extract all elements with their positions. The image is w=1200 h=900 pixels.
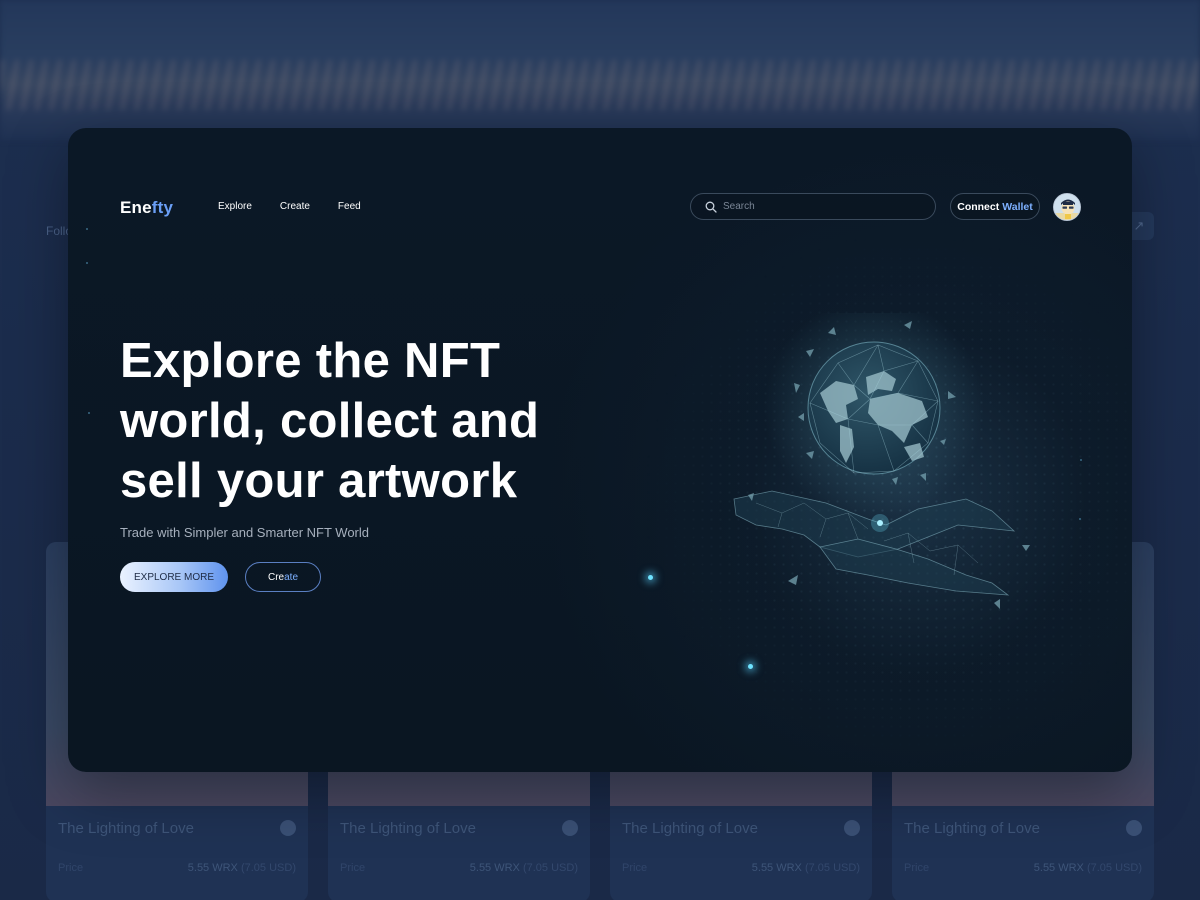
create-button[interactable]: Create: [245, 562, 321, 592]
sparkle-decoration: [648, 575, 653, 580]
sparkle-decoration: [1080, 459, 1082, 461]
hero-subtitle: Trade with Simpler and Smarter NFT World: [120, 525, 369, 540]
nft-card-price: 5.55 WRX (7.05 USD): [188, 862, 296, 874]
hero-title-line: world, collect and: [120, 394, 540, 448]
globe-in-hand-illustration: [733, 313, 1030, 609]
search-bar[interactable]: [690, 193, 936, 220]
connect-wallet-button[interactable]: Connect Wallet: [950, 193, 1040, 220]
nft-card-price-usd: (7.05 USD): [804, 862, 860, 874]
avatar-illustration: [1054, 194, 1080, 220]
nft-card-price: 5.55 WRX (7.05 USD): [1034, 862, 1142, 874]
sparkle-decoration: [748, 664, 753, 669]
sparkle-decoration: [1079, 518, 1081, 520]
nft-card-title: The Lighting of Love: [622, 820, 758, 837]
connect-wallet-label-accent: Wallet: [1002, 200, 1033, 213]
sparkle-decoration: [88, 412, 90, 414]
nft-card-price-value: 5.55 WRX: [1033, 862, 1084, 874]
nav-explore[interactable]: Explore: [218, 201, 252, 212]
nav-create[interactable]: Create: [280, 201, 310, 212]
sparkle-decoration: [86, 262, 88, 264]
landing-window: Enefty Explore Create Feed ConnectWallet…: [68, 128, 1132, 772]
nft-card-price-label: Price: [904, 862, 930, 874]
hero-title-line: Explore the NFT: [120, 334, 501, 388]
main-nav: Explore Create Feed: [218, 201, 361, 212]
nav-feed[interactable]: Feed: [338, 201, 361, 212]
create-button-label-accent: ate: [284, 571, 299, 583]
background-banner: [0, 0, 1200, 140]
sparkle-decoration: [86, 228, 88, 230]
hero-title-line: sell your artwork: [120, 454, 518, 508]
nft-card-title: The Lighting of Love: [904, 820, 1040, 837]
nft-card-price-label: Price: [58, 862, 84, 874]
nft-card-title: The Lighting of Love: [340, 820, 476, 837]
nft-card-avatar: [562, 820, 578, 836]
nft-card-price-usd: (7.05 USD): [240, 862, 296, 874]
nft-card-price: 5.55 WRX (7.05 USD): [470, 862, 578, 874]
search-icon: [705, 201, 717, 213]
nft-card-title: The Lighting of Love: [58, 820, 194, 837]
nft-card-avatar: [1126, 820, 1142, 836]
create-button-label: Cre: [267, 571, 285, 583]
search-input[interactable]: [723, 201, 923, 212]
nft-card-avatar: [844, 820, 860, 836]
logo[interactable]: Enefty: [120, 198, 173, 218]
nft-card-avatar: [280, 820, 296, 836]
explore-more-button[interactable]: EXPLORE MORE: [120, 562, 228, 592]
user-avatar[interactable]: [1053, 193, 1081, 221]
nft-card-price-label: Price: [340, 862, 366, 874]
connect-wallet-label: Connect: [957, 200, 1000, 213]
logo-text-primary: Ene: [120, 198, 152, 217]
nft-card-price-value: 5.55 WRX: [469, 862, 520, 874]
nft-card-price-usd: (7.05 USD): [522, 862, 578, 874]
logo-text-accent: fty: [151, 198, 174, 217]
nft-card-price-label: Price: [622, 862, 648, 874]
nft-card-price-value: 5.55 WRX: [187, 862, 238, 874]
hero-title: Explore the NFT world, collect and sell …: [120, 331, 600, 511]
nft-card-price: 5.55 WRX (7.05 USD): [752, 862, 860, 874]
nft-card-price-value: 5.55 WRX: [751, 862, 802, 874]
nft-card-price-usd: (7.05 USD): [1086, 862, 1142, 874]
